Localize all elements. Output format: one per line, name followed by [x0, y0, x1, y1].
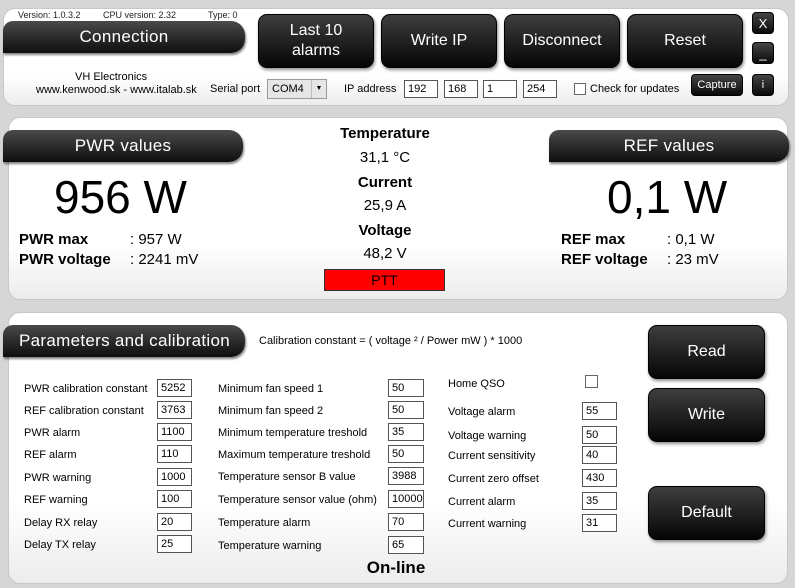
- type-label: Type: 0: [208, 10, 238, 20]
- calibration-formula: Calibration constant = ( voltage ² / Pow…: [259, 335, 523, 347]
- default-button[interactable]: Default: [648, 486, 765, 540]
- company-name: VH Electronics: [75, 71, 148, 83]
- param-label: Temperature sensor value (ohm): [218, 494, 377, 506]
- param-label: Current zero offset: [448, 473, 539, 485]
- param-input[interactable]: 50: [388, 445, 424, 463]
- voltage-value: 48,2 V: [363, 245, 407, 262]
- param-label: PWR warning: [24, 472, 92, 484]
- current-value: 25,9 A: [363, 197, 407, 214]
- param-input[interactable]: 430: [582, 469, 617, 487]
- param-input[interactable]: 70: [388, 513, 424, 531]
- param-label: Minimum fan speed 2: [218, 405, 324, 417]
- ip-octet-2[interactable]: 168: [444, 80, 478, 98]
- home-qso-checkbox[interactable]: [585, 375, 598, 388]
- param-label: Current alarm: [448, 496, 516, 508]
- param-input[interactable]: 40: [582, 446, 617, 464]
- current-label: Current: [357, 174, 413, 191]
- param-label: REF warning: [24, 494, 88, 506]
- disconnect-button[interactable]: Disconnect: [504, 14, 620, 68]
- company-website: www.kenwood.sk - www.italab.sk: [36, 84, 197, 96]
- pwr-values-tab: PWR values: [3, 130, 243, 162]
- last-alarms-button[interactable]: Last 10 alarms: [258, 14, 374, 68]
- param-input[interactable]: 110: [157, 445, 192, 463]
- param-label: Current warning: [448, 518, 527, 530]
- param-label: Minimum temperature treshold: [218, 427, 368, 439]
- param-input[interactable]: 35: [388, 423, 424, 441]
- param-input[interactable]: 20: [157, 513, 192, 531]
- info-button[interactable]: i: [752, 74, 774, 96]
- write-button[interactable]: Write: [648, 388, 765, 442]
- param-label: Minimum fan speed 1: [218, 383, 324, 395]
- ref-voltage-label: REF voltage: [561, 251, 648, 268]
- param-label: Voltage warning: [448, 430, 527, 442]
- pwr-voltage-value: : 2241 mV: [130, 251, 199, 268]
- serial-port-value: COM4: [272, 83, 304, 95]
- connection-status: On-line: [366, 558, 426, 577]
- param-label: PWR alarm: [24, 427, 81, 439]
- param-input[interactable]: 1000: [157, 468, 192, 486]
- param-label: Voltage alarm: [448, 406, 516, 418]
- pwr-voltage-label: PWR voltage: [19, 251, 111, 268]
- param-input[interactable]: 50: [582, 426, 617, 444]
- param-input[interactable]: 35: [582, 492, 617, 510]
- param-label: Delay TX relay: [24, 539, 96, 551]
- ip-octet-1[interactable]: 192: [404, 80, 438, 98]
- temperature-value: 31,1 °C: [359, 149, 411, 166]
- check-updates-label: Check for updates: [590, 83, 680, 95]
- ip-octet-4[interactable]: 254: [523, 80, 557, 98]
- read-button[interactable]: Read: [648, 325, 765, 379]
- parameters-tab: Parameters and calibration: [3, 325, 245, 357]
- param-input[interactable]: 50: [388, 401, 424, 419]
- param-input[interactable]: 25: [157, 535, 192, 553]
- param-label: REF alarm: [24, 449, 77, 461]
- ref-values-tab: REF values: [549, 130, 789, 162]
- param-input[interactable]: 55: [582, 402, 617, 420]
- param-label: REF calibration constant: [24, 405, 144, 417]
- pwr-max-value: : 957 W: [130, 231, 182, 248]
- param-label: Maximum temperature treshold: [218, 449, 371, 461]
- ptt-indicator: PTT: [324, 269, 445, 291]
- param-input[interactable]: 50: [388, 379, 424, 397]
- param-input[interactable]: 3763: [157, 401, 192, 419]
- param-input[interactable]: 10000: [388, 490, 424, 508]
- ip-address-label: IP address: [344, 83, 397, 95]
- capture-button[interactable]: Capture: [691, 74, 743, 96]
- ref-max-value: : 0,1 W: [667, 231, 715, 248]
- param-label: Temperature alarm: [218, 517, 311, 529]
- write-ip-button[interactable]: Write IP: [381, 14, 497, 68]
- ref-voltage-value: : 23 mV: [667, 251, 719, 268]
- param-label: Delay RX relay: [24, 517, 98, 529]
- pwr-max-label: PWR max: [19, 231, 89, 248]
- param-label: PWR calibration constant: [24, 383, 148, 395]
- pwr-value: 956 W: [54, 171, 187, 223]
- param-label: Current sensitivity: [448, 450, 536, 462]
- chevron-down-icon: ▼: [311, 80, 326, 98]
- minimize-button[interactable]: _: [752, 42, 774, 64]
- ip-octet-3[interactable]: 1: [483, 80, 517, 98]
- voltage-label: Voltage: [358, 222, 412, 239]
- serial-port-label: Serial port: [210, 83, 261, 95]
- param-input[interactable]: 65: [388, 536, 424, 554]
- param-label: Temperature sensor B value: [218, 471, 356, 483]
- check-updates-checkbox[interactable]: [574, 83, 586, 95]
- version-label: Version: 1.0.3.2: [18, 10, 81, 20]
- param-label: Temperature warning: [218, 540, 322, 552]
- param-input[interactable]: 31: [582, 514, 617, 532]
- param-input[interactable]: 100: [157, 490, 192, 508]
- param-input[interactable]: 1100: [157, 423, 192, 441]
- ref-value: 0,1 W: [607, 171, 728, 223]
- param-input[interactable]: 5252: [157, 379, 192, 397]
- close-button[interactable]: X: [752, 12, 774, 34]
- connection-tab[interactable]: Connection: [3, 21, 245, 53]
- ref-max-label: REF max: [561, 231, 626, 248]
- cpu-version-label: CPU version: 2.32: [103, 10, 177, 20]
- temperature-label: Temperature: [340, 125, 430, 142]
- param-input[interactable]: 3988: [388, 467, 424, 485]
- reset-button[interactable]: Reset: [627, 14, 743, 68]
- home-qso-label: Home QSO: [448, 378, 505, 390]
- serial-port-select[interactable]: COM4 ▼: [267, 79, 327, 99]
